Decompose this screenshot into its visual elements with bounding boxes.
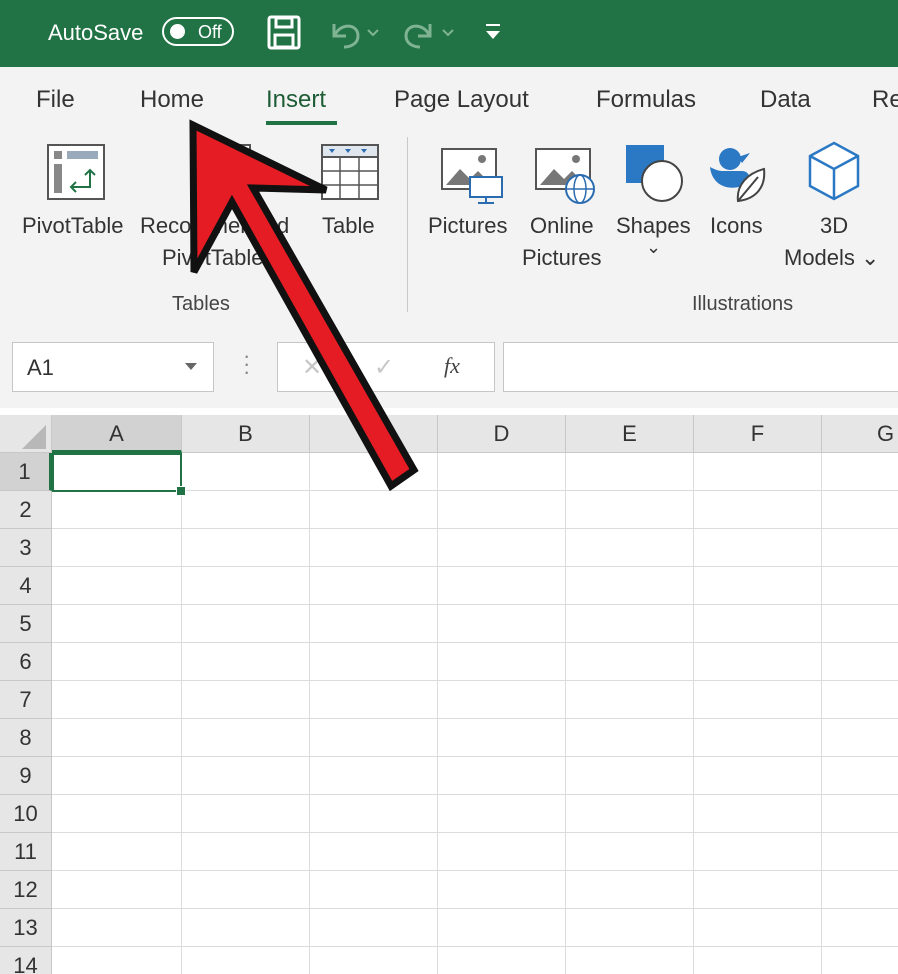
- autosave-state: Off: [198, 22, 222, 42]
- column-header-d[interactable]: D: [438, 415, 566, 453]
- row-header-7[interactable]: 7: [0, 681, 52, 719]
- column-header-b[interactable]: B: [182, 415, 310, 453]
- row-header-9[interactable]: 9: [0, 757, 52, 795]
- column-header-g[interactable]: G: [822, 415, 898, 453]
- row-gridline: [52, 946, 898, 947]
- select-all-button[interactable]: [0, 415, 52, 453]
- 3d-models-label-2: Models ⌄: [784, 245, 880, 270]
- title-bar: AutoSave Off: [0, 0, 898, 67]
- row-header-12[interactable]: 12: [0, 871, 52, 909]
- group-separator: [407, 137, 408, 312]
- icons-icon[interactable]: [708, 143, 768, 205]
- row-gridline: [52, 756, 898, 757]
- row-header-6[interactable]: 6: [0, 643, 52, 681]
- active-tab-indicator: [266, 121, 337, 125]
- row-header-13[interactable]: 13: [0, 909, 52, 947]
- online-pictures-label-1: Online: [530, 213, 594, 238]
- table-label: Table: [322, 213, 375, 238]
- tab-insert[interactable]: Insert: [266, 86, 326, 114]
- toggle-knob: [170, 24, 185, 39]
- save-icon[interactable]: [266, 14, 302, 52]
- pivottable-label: PivotTable: [22, 213, 124, 238]
- 3d-models-icon[interactable]: [806, 141, 862, 203]
- worksheet-grid[interactable]: ABCDEFG 1 2 3 4 5 6 7 8 9 10 11 12 13 14: [0, 408, 898, 974]
- row-gridline: [52, 718, 898, 719]
- shapes-dropdown-icon[interactable]: ⌄: [646, 237, 661, 258]
- row-gridline: [52, 528, 898, 529]
- name-box-value: A1: [27, 355, 54, 380]
- online-pictures-label-2: Pictures: [522, 245, 602, 270]
- online-pictures-icon[interactable]: [534, 147, 598, 205]
- pictures-icon[interactable]: [440, 147, 504, 205]
- row-header-1[interactable]: 1: [0, 453, 52, 491]
- name-box-dropdown-icon[interactable]: [185, 363, 197, 370]
- row-header-2[interactable]: 2: [0, 491, 52, 529]
- tab-data[interactable]: Data: [760, 86, 811, 114]
- formula-input[interactable]: [503, 342, 898, 392]
- column-header-f[interactable]: F: [694, 415, 822, 453]
- recommended-pivottables-label-1: Recommended: [140, 213, 290, 238]
- column-header-c[interactable]: C: [310, 415, 438, 453]
- pictures-label: Pictures: [428, 213, 508, 238]
- column-header-a[interactable]: A: [52, 415, 182, 453]
- autosave-label: AutoSave: [48, 20, 144, 45]
- ribbon: PivotTable Recommended PivotTables Table…: [0, 129, 898, 323]
- illustrations-group-label: Illustrations: [692, 293, 794, 315]
- formula-bar-grip-icon[interactable]: · · ·: [243, 345, 250, 383]
- row-header-8[interactable]: 8: [0, 719, 52, 757]
- row-gridline: [52, 908, 898, 909]
- column-gridline: [309, 453, 310, 974]
- column-gridline: [181, 453, 182, 974]
- column-gridline: [565, 453, 566, 974]
- row-gridline: [52, 642, 898, 643]
- cancel-icon[interactable]: ✕: [302, 353, 322, 382]
- recommended-pivottables-icon[interactable]: [194, 143, 252, 201]
- ribbon-tabs: File Home Insert Page Layout Formulas Da…: [0, 67, 898, 129]
- tab-formulas[interactable]: Formulas: [596, 86, 696, 114]
- row-gridline: [52, 794, 898, 795]
- formula-bar-area: A1 · · · ✕ ✓ fx: [0, 322, 898, 408]
- row-gridline: [52, 680, 898, 681]
- enter-icon[interactable]: ✓: [374, 353, 394, 382]
- active-cell-a1[interactable]: [52, 453, 182, 492]
- select-all-icon: [22, 425, 46, 449]
- 3d-models-label-1: 3D: [820, 213, 849, 238]
- column-gridline: [821, 453, 822, 974]
- autosave-toggle[interactable]: Off: [162, 17, 234, 46]
- tab-file[interactable]: File: [36, 86, 75, 114]
- shapes-icon[interactable]: [624, 143, 686, 205]
- icons-label: Icons: [710, 213, 763, 238]
- row-header-14[interactable]: 14: [0, 947, 52, 974]
- row-gridline: [52, 566, 898, 567]
- customize-toolbar-icon[interactable]: [482, 20, 504, 44]
- tab-page-layout[interactable]: Page Layout: [394, 86, 529, 114]
- tab-review[interactable]: Re: [872, 86, 898, 114]
- table-icon[interactable]: [320, 143, 380, 201]
- undo-icon[interactable]: [326, 14, 382, 52]
- row-gridline: [52, 832, 898, 833]
- name-box[interactable]: A1: [12, 342, 214, 392]
- column-gridline: [693, 453, 694, 974]
- tab-home[interactable]: Home: [140, 86, 204, 114]
- row-header-5[interactable]: 5: [0, 605, 52, 643]
- tables-group-label: Tables: [172, 293, 230, 315]
- row-header-4[interactable]: 4: [0, 567, 52, 605]
- row-header-11[interactable]: 11: [0, 833, 52, 871]
- row-header-3[interactable]: 3: [0, 529, 52, 567]
- column-gridline: [437, 453, 438, 974]
- fill-handle[interactable]: [176, 486, 186, 496]
- shapes-label: Shapes: [616, 213, 691, 238]
- row-gridline: [52, 870, 898, 871]
- pivottable-icon[interactable]: [46, 143, 106, 201]
- recommended-pivottables-label-2: PivotTables: [162, 245, 275, 270]
- row-header-10[interactable]: 10: [0, 795, 52, 833]
- formula-buttons: ✕ ✓ fx: [277, 342, 495, 392]
- row-gridline: [52, 604, 898, 605]
- insert-function-icon[interactable]: fx: [444, 353, 460, 379]
- column-header-e[interactable]: E: [566, 415, 694, 453]
- redo-icon[interactable]: [400, 14, 458, 52]
